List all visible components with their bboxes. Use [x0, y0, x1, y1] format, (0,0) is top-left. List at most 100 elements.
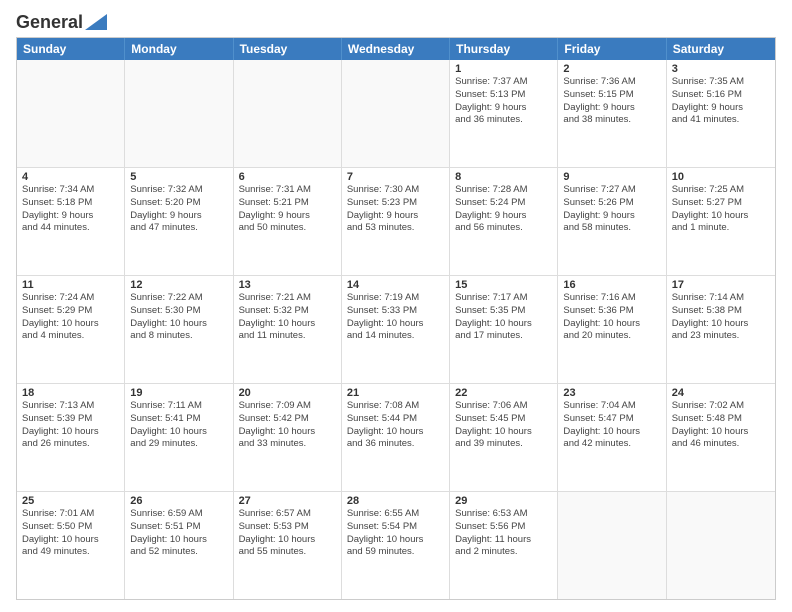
cal-cell: 23Sunrise: 7:04 AM Sunset: 5:47 PM Dayli…	[558, 384, 666, 491]
day-number: 21	[347, 387, 444, 399]
cal-cell: 29Sunrise: 6:53 AM Sunset: 5:56 PM Dayli…	[450, 492, 558, 599]
cell-text: Sunrise: 7:27 AM Sunset: 5:26 PM Dayligh…	[563, 184, 660, 235]
cal-row-1: 4Sunrise: 7:34 AM Sunset: 5:18 PM Daylig…	[17, 168, 775, 276]
cell-text: Sunrise: 7:21 AM Sunset: 5:32 PM Dayligh…	[239, 292, 336, 343]
header-day-sunday: Sunday	[17, 38, 125, 60]
day-number: 9	[563, 171, 660, 183]
cell-text: Sunrise: 7:13 AM Sunset: 5:39 PM Dayligh…	[22, 400, 119, 451]
cell-text: Sunrise: 7:06 AM Sunset: 5:45 PM Dayligh…	[455, 400, 552, 451]
day-number: 22	[455, 387, 552, 399]
day-number: 17	[672, 279, 770, 291]
cell-text: Sunrise: 7:34 AM Sunset: 5:18 PM Dayligh…	[22, 184, 119, 235]
day-number: 7	[347, 171, 444, 183]
cell-text: Sunrise: 7:04 AM Sunset: 5:47 PM Dayligh…	[563, 400, 660, 451]
cal-row-4: 25Sunrise: 7:01 AM Sunset: 5:50 PM Dayli…	[17, 492, 775, 599]
day-number: 16	[563, 279, 660, 291]
cell-text: Sunrise: 7:31 AM Sunset: 5:21 PM Dayligh…	[239, 184, 336, 235]
cal-cell: 25Sunrise: 7:01 AM Sunset: 5:50 PM Dayli…	[17, 492, 125, 599]
day-number: 13	[239, 279, 336, 291]
cal-cell: 13Sunrise: 7:21 AM Sunset: 5:32 PM Dayli…	[234, 276, 342, 383]
cal-cell	[17, 60, 125, 167]
cal-cell: 26Sunrise: 6:59 AM Sunset: 5:51 PM Dayli…	[125, 492, 233, 599]
cell-text: Sunrise: 7:09 AM Sunset: 5:42 PM Dayligh…	[239, 400, 336, 451]
day-number: 19	[130, 387, 227, 399]
day-number: 29	[455, 495, 552, 507]
cal-cell	[342, 60, 450, 167]
cell-text: Sunrise: 7:37 AM Sunset: 5:13 PM Dayligh…	[455, 76, 552, 127]
cal-cell	[667, 492, 775, 599]
cell-text: Sunrise: 7:28 AM Sunset: 5:24 PM Dayligh…	[455, 184, 552, 235]
cell-text: Sunrise: 7:08 AM Sunset: 5:44 PM Dayligh…	[347, 400, 444, 451]
cal-cell: 7Sunrise: 7:30 AM Sunset: 5:23 PM Daylig…	[342, 168, 450, 275]
cal-cell: 21Sunrise: 7:08 AM Sunset: 5:44 PM Dayli…	[342, 384, 450, 491]
logo-icon	[85, 14, 107, 30]
cell-text: Sunrise: 7:25 AM Sunset: 5:27 PM Dayligh…	[672, 184, 770, 235]
day-number: 4	[22, 171, 119, 183]
header-day-friday: Friday	[558, 38, 666, 60]
header-day-wednesday: Wednesday	[342, 38, 450, 60]
day-number: 5	[130, 171, 227, 183]
cal-cell: 19Sunrise: 7:11 AM Sunset: 5:41 PM Dayli…	[125, 384, 233, 491]
cal-cell: 1Sunrise: 7:37 AM Sunset: 5:13 PM Daylig…	[450, 60, 558, 167]
cal-cell: 17Sunrise: 7:14 AM Sunset: 5:38 PM Dayli…	[667, 276, 775, 383]
logo-general: General	[16, 12, 83, 33]
day-number: 1	[455, 63, 552, 75]
cal-cell	[234, 60, 342, 167]
cal-cell: 3Sunrise: 7:35 AM Sunset: 5:16 PM Daylig…	[667, 60, 775, 167]
cell-text: Sunrise: 7:02 AM Sunset: 5:48 PM Dayligh…	[672, 400, 770, 451]
day-number: 14	[347, 279, 444, 291]
day-number: 15	[455, 279, 552, 291]
cell-text: Sunrise: 7:36 AM Sunset: 5:15 PM Dayligh…	[563, 76, 660, 127]
cell-text: Sunrise: 7:24 AM Sunset: 5:29 PM Dayligh…	[22, 292, 119, 343]
cal-cell: 10Sunrise: 7:25 AM Sunset: 5:27 PM Dayli…	[667, 168, 775, 275]
cal-cell: 11Sunrise: 7:24 AM Sunset: 5:29 PM Dayli…	[17, 276, 125, 383]
day-number: 23	[563, 387, 660, 399]
cal-cell: 9Sunrise: 7:27 AM Sunset: 5:26 PM Daylig…	[558, 168, 666, 275]
page: General SundayMondayTuesdayWednesdayThur…	[0, 0, 792, 612]
cal-cell: 6Sunrise: 7:31 AM Sunset: 5:21 PM Daylig…	[234, 168, 342, 275]
cal-cell: 4Sunrise: 7:34 AM Sunset: 5:18 PM Daylig…	[17, 168, 125, 275]
cell-text: Sunrise: 7:14 AM Sunset: 5:38 PM Dayligh…	[672, 292, 770, 343]
cell-text: Sunrise: 6:57 AM Sunset: 5:53 PM Dayligh…	[239, 508, 336, 559]
cal-cell: 14Sunrise: 7:19 AM Sunset: 5:33 PM Dayli…	[342, 276, 450, 383]
logo: General	[16, 12, 107, 29]
cal-cell: 2Sunrise: 7:36 AM Sunset: 5:15 PM Daylig…	[558, 60, 666, 167]
calendar-body: 1Sunrise: 7:37 AM Sunset: 5:13 PM Daylig…	[17, 60, 775, 599]
cal-cell: 22Sunrise: 7:06 AM Sunset: 5:45 PM Dayli…	[450, 384, 558, 491]
day-number: 6	[239, 171, 336, 183]
cal-cell	[125, 60, 233, 167]
cal-cell: 27Sunrise: 6:57 AM Sunset: 5:53 PM Dayli…	[234, 492, 342, 599]
day-number: 10	[672, 171, 770, 183]
day-number: 3	[672, 63, 770, 75]
cal-row-3: 18Sunrise: 7:13 AM Sunset: 5:39 PM Dayli…	[17, 384, 775, 492]
cell-text: Sunrise: 6:59 AM Sunset: 5:51 PM Dayligh…	[130, 508, 227, 559]
cal-cell: 28Sunrise: 6:55 AM Sunset: 5:54 PM Dayli…	[342, 492, 450, 599]
cell-text: Sunrise: 7:19 AM Sunset: 5:33 PM Dayligh…	[347, 292, 444, 343]
cell-text: Sunrise: 7:01 AM Sunset: 5:50 PM Dayligh…	[22, 508, 119, 559]
cal-cell: 15Sunrise: 7:17 AM Sunset: 5:35 PM Dayli…	[450, 276, 558, 383]
cell-text: Sunrise: 7:11 AM Sunset: 5:41 PM Dayligh…	[130, 400, 227, 451]
day-number: 12	[130, 279, 227, 291]
cell-text: Sunrise: 7:16 AM Sunset: 5:36 PM Dayligh…	[563, 292, 660, 343]
header-day-monday: Monday	[125, 38, 233, 60]
day-number: 24	[672, 387, 770, 399]
day-number: 11	[22, 279, 119, 291]
day-number: 2	[563, 63, 660, 75]
cal-cell: 5Sunrise: 7:32 AM Sunset: 5:20 PM Daylig…	[125, 168, 233, 275]
header: General	[16, 12, 776, 29]
calendar-header: SundayMondayTuesdayWednesdayThursdayFrid…	[17, 38, 775, 60]
calendar: SundayMondayTuesdayWednesdayThursdayFrid…	[16, 37, 776, 600]
cell-text: Sunrise: 7:30 AM Sunset: 5:23 PM Dayligh…	[347, 184, 444, 235]
day-number: 20	[239, 387, 336, 399]
day-number: 25	[22, 495, 119, 507]
cal-cell: 20Sunrise: 7:09 AM Sunset: 5:42 PM Dayli…	[234, 384, 342, 491]
cal-cell: 24Sunrise: 7:02 AM Sunset: 5:48 PM Dayli…	[667, 384, 775, 491]
cell-text: Sunrise: 7:17 AM Sunset: 5:35 PM Dayligh…	[455, 292, 552, 343]
cell-text: Sunrise: 7:35 AM Sunset: 5:16 PM Dayligh…	[672, 76, 770, 127]
header-day-tuesday: Tuesday	[234, 38, 342, 60]
day-number: 18	[22, 387, 119, 399]
cell-text: Sunrise: 7:22 AM Sunset: 5:30 PM Dayligh…	[130, 292, 227, 343]
cal-cell: 18Sunrise: 7:13 AM Sunset: 5:39 PM Dayli…	[17, 384, 125, 491]
day-number: 28	[347, 495, 444, 507]
cell-text: Sunrise: 6:53 AM Sunset: 5:56 PM Dayligh…	[455, 508, 552, 559]
